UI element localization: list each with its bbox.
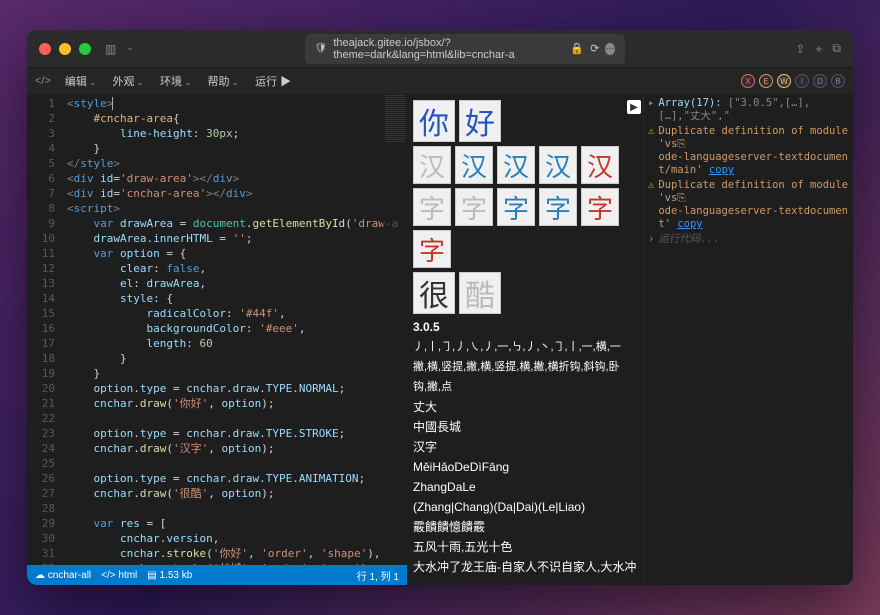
char-box: 汉	[455, 146, 493, 184]
url-bar[interactable]: 🛡 theajack.gitee.io/jsbox/?theme=dark&la…	[305, 34, 625, 64]
char-box: 很	[413, 272, 455, 314]
copy-link[interactable]: copy	[709, 164, 734, 176]
error-indicator[interactable]: X	[741, 74, 755, 88]
debug-indicator[interactable]: D	[813, 74, 827, 88]
titlebar-left-icons: ▥ ⌄	[105, 42, 134, 56]
char-box: 字	[413, 188, 451, 226]
preview-output: ▶ 你 好 汉 汉 汉 汉 汉 字 字 字 字 字	[407, 94, 643, 585]
maximize-window-button[interactable]	[79, 43, 91, 55]
status-cursor-pos[interactable]: 行 1, 列 1	[357, 568, 399, 583]
shield-icon: 🛡	[315, 43, 328, 54]
console-warning-line: ⚠ Duplicate definition of module 'vs⎘ode…	[648, 124, 849, 178]
menu-appearance[interactable]: 外观⌄	[106, 71, 150, 91]
preview-text-line: 丈大	[413, 398, 637, 416]
warn-indicator[interactable]: E	[759, 74, 773, 88]
preview-text-line: 霰饋饋憶饋霰	[413, 518, 637, 536]
stroke-shapes-1: 丿,丨,㇆,丿,㇏,丿,一,㇉,丿,丶,㇆,丨,一,横,一	[413, 338, 637, 356]
copy-icon[interactable]: ⎘	[677, 192, 685, 204]
char-box: 你	[413, 100, 455, 142]
char-row-5: 很 酷	[413, 272, 637, 314]
url-text: theajack.gitee.io/jsbox/?theme=dark&lang…	[333, 37, 564, 61]
browser-window: ▥ ⌄ 🛡 theajack.gitee.io/jsbox/?theme=dar…	[27, 30, 853, 585]
main-area: 1234567891011121314151617181920212223242…	[27, 94, 853, 585]
copy-link[interactable]: copy	[677, 218, 702, 230]
traffic-lights	[39, 43, 91, 55]
sidebar-toggle-icon[interactable]: ▥	[105, 42, 116, 56]
status-size: ▤ 1.53 kb	[147, 570, 192, 581]
refresh-icon[interactable]: ⟳	[590, 42, 599, 55]
minimize-window-button[interactable]	[59, 43, 71, 55]
preview-text-line: 汉字	[413, 438, 637, 456]
char-box: 汉	[581, 146, 619, 184]
lock-icon: 🔒	[570, 42, 584, 55]
expand-arrow-icon[interactable]: ▸	[648, 97, 654, 110]
minimap[interactable]	[383, 94, 407, 565]
box-indicator[interactable]: B	[831, 74, 845, 88]
code-icon: </>	[35, 75, 51, 87]
console-pane: ▸ Array(17): ["3.0.5",[…],[…],"丈大"," ⚠ D…	[643, 94, 853, 585]
close-window-button[interactable]	[39, 43, 51, 55]
preview-text-line: 五风十雨,五光十色	[413, 538, 637, 556]
menu-run[interactable]: 运行 ▶	[249, 71, 297, 91]
console-input[interactable]: › 运行代码...	[648, 232, 849, 247]
preview-text-line: 大水冲了龙王庙-自家人不识自家人,大水冲	[413, 558, 637, 576]
char-box: 字	[539, 188, 577, 226]
preview-text-line: 中國長城	[413, 418, 637, 436]
info-indicator[interactable]: I	[795, 74, 809, 88]
char-box: 汉	[413, 146, 451, 184]
char-row-3: 字 字 字 字 字	[413, 188, 637, 226]
more-icon[interactable]: ⋯	[605, 43, 614, 55]
console-output-line[interactable]: ▸ Array(17): ["3.0.5",[…],[…],"丈大","	[648, 96, 849, 124]
status-env[interactable]: ☁ cnchar-all	[35, 570, 91, 581]
char-row-4: 字	[413, 230, 637, 268]
copy-icon[interactable]: ⎘	[677, 138, 685, 150]
char-box: 酷	[459, 272, 501, 314]
version-text: 3.0.5	[413, 318, 637, 336]
right-pane: ▶ 你 好 汉 汉 汉 汉 汉 字 字 字 字 字	[407, 94, 853, 585]
preview-text-line: ZhangDaLe	[413, 478, 637, 496]
char-row-2: 汉 汉 汉 汉 汉	[413, 146, 637, 184]
char-box: 汉	[539, 146, 577, 184]
warn2-indicator[interactable]: W	[777, 74, 791, 88]
menu-environment[interactable]: 环境⌄	[154, 71, 198, 91]
new-tab-icon[interactable]: +	[815, 42, 822, 56]
console-warning-line: ⚠ Duplicate definition of module 'vs⎘ode…	[648, 178, 849, 232]
char-row-1: 你 好	[413, 100, 637, 142]
warning-icon: ⚠	[648, 125, 654, 138]
statusbar: ☁ cnchar-all </> html ▤ 1.53 kb 行 1, 列 1	[27, 565, 407, 585]
preview-text-line: (Zhang|Chang)(Da|Dai)(Le|Liao)	[413, 498, 637, 516]
menu-edit[interactable]: 编辑⌄	[59, 71, 103, 91]
menu-help[interactable]: 帮助⌄	[202, 71, 246, 91]
editor-pane: 1234567891011121314151617181920212223242…	[27, 94, 407, 585]
status-lang[interactable]: </> html	[101, 570, 137, 581]
stroke-names-2: 钩,撇,点	[413, 378, 637, 396]
char-box: 字	[497, 188, 535, 226]
char-box: 字	[455, 188, 493, 226]
chevron-right-icon: ›	[648, 233, 654, 246]
char-box: 好	[459, 100, 501, 142]
status-indicators: X E W I D B	[741, 74, 845, 88]
tabs-icon[interactable]: ⧉	[832, 41, 841, 56]
stroke-names: 撇,横,竖提,撇,横,竖提,横,撇,横折钩,斜钩,卧	[413, 358, 637, 376]
menubar: </> 编辑⌄ 外观⌄ 环境⌄ 帮助⌄ 运行 ▶ X E W I D B	[27, 68, 853, 94]
code-editor[interactable]: 1234567891011121314151617181920212223242…	[27, 94, 407, 565]
char-box: 汉	[497, 146, 535, 184]
titlebar: ▥ ⌄ 🛡 theajack.gitee.io/jsbox/?theme=dar…	[27, 30, 853, 68]
chevron-down-icon[interactable]: ⌄	[126, 42, 134, 56]
share-icon[interactable]: ⇪	[795, 42, 805, 56]
line-gutter: 1234567891011121314151617181920212223242…	[27, 94, 63, 565]
collapse-preview-icon[interactable]: ▶	[627, 100, 641, 114]
char-box: 字	[581, 188, 619, 226]
warning-icon: ⚠	[648, 179, 654, 192]
char-box: 字	[413, 230, 451, 268]
code-content[interactable]: <style> #cnchar-area{ line-height: 30px;…	[63, 94, 407, 565]
preview-text-line: MěiHǎoDeDìFāng	[413, 458, 637, 476]
